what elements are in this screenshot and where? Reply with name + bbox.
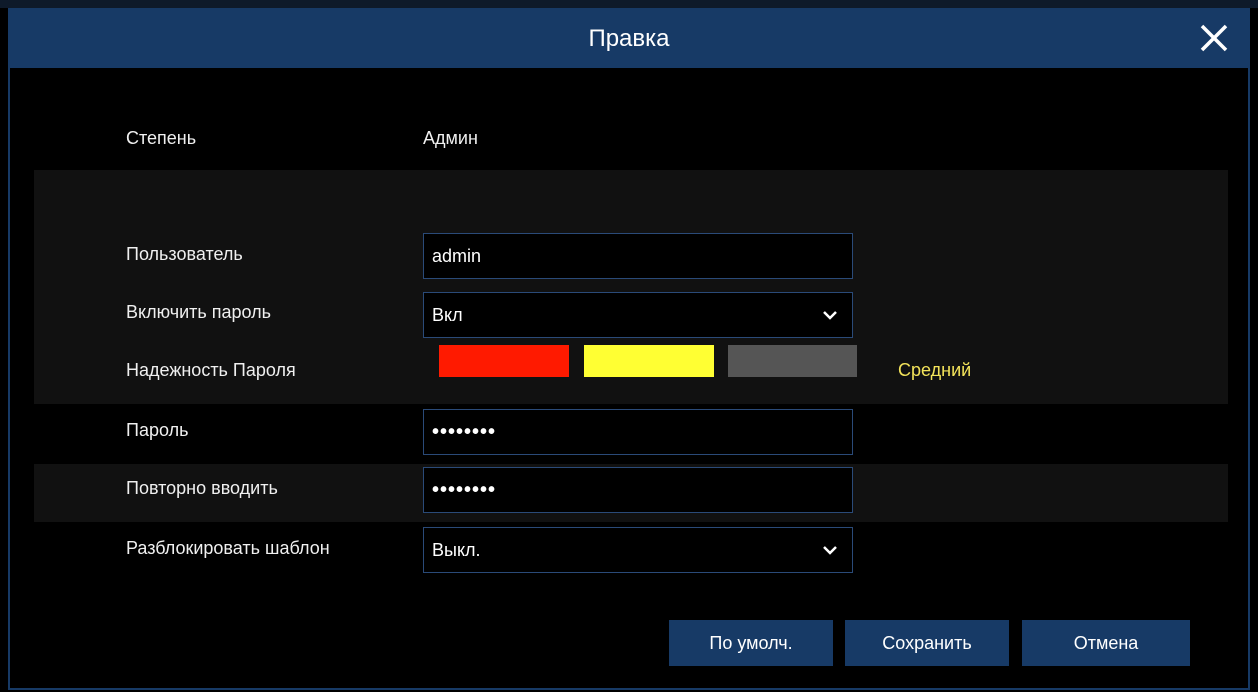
level-value: Админ bbox=[423, 128, 478, 148]
password-value: •••••••• bbox=[432, 420, 497, 443]
unlock-pattern-label: Разблокировать шаблон bbox=[126, 538, 330, 558]
default-button[interactable]: По умолч. bbox=[669, 620, 833, 666]
password-label: Пароль bbox=[126, 420, 189, 440]
chevron-down-icon bbox=[823, 546, 837, 555]
strength-text: Средний bbox=[898, 360, 972, 380]
password-input[interactable]: •••••••• bbox=[423, 409, 853, 455]
repeat-password-value: •••••••• bbox=[432, 478, 497, 501]
user-input[interactable]: admin bbox=[423, 233, 853, 279]
user-label: Пользователь bbox=[126, 244, 243, 264]
unlock-pattern-select[interactable]: Выкл. bbox=[423, 527, 853, 573]
close-icon[interactable] bbox=[1196, 20, 1232, 56]
background-strip bbox=[0, 0, 1258, 8]
chevron-down-icon bbox=[823, 311, 837, 320]
repeat-password-label: Повторно вводить bbox=[126, 478, 278, 498]
user-value: admin bbox=[432, 245, 482, 266]
unlock-pattern-value: Выкл. bbox=[432, 539, 481, 560]
repeat-password-input[interactable]: •••••••• bbox=[423, 467, 853, 513]
level-label: Степень bbox=[126, 128, 197, 148]
strength-bar-weak bbox=[439, 345, 569, 377]
strength-label: Надежность Пароля bbox=[126, 360, 296, 380]
dialog-title: Правка bbox=[588, 25, 670, 52]
cancel-button[interactable]: Отмена bbox=[1022, 620, 1190, 666]
dialog-titlebar: Правка bbox=[10, 10, 1248, 68]
background-fragment bbox=[0, 370, 6, 384]
enable-password-select[interactable]: Вкл bbox=[423, 292, 853, 338]
save-button[interactable]: Сохранить bbox=[845, 620, 1009, 666]
enable-password-value: Вкл bbox=[432, 304, 463, 325]
enable-password-label: Включить пароль bbox=[126, 302, 272, 322]
strength-bar-medium bbox=[584, 345, 714, 377]
strength-bar-strong bbox=[728, 345, 857, 377]
